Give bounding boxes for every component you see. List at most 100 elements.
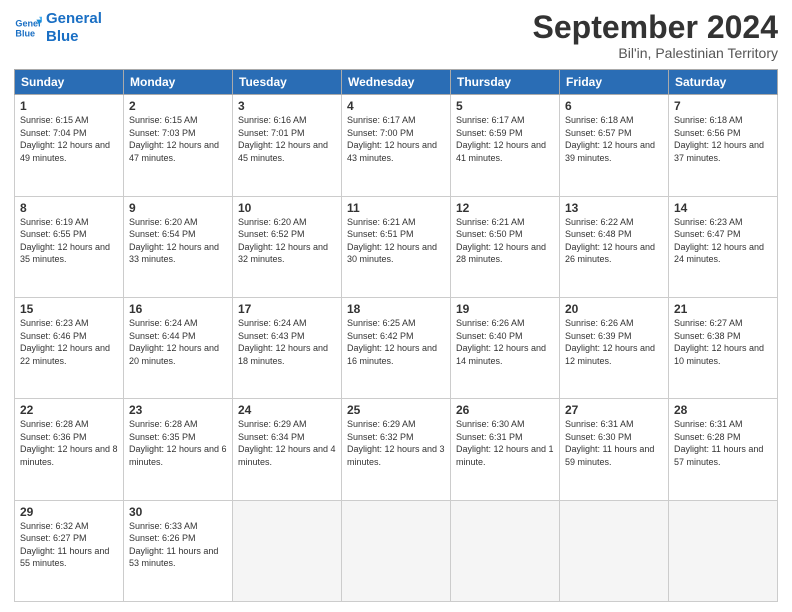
day-number: 30 bbox=[129, 505, 227, 519]
day-info: Sunrise: 6:29 AMSunset: 6:34 PMDaylight:… bbox=[238, 418, 336, 468]
day-info: Sunrise: 6:16 AMSunset: 7:01 PMDaylight:… bbox=[238, 114, 336, 164]
day-header-saturday: Saturday bbox=[669, 70, 778, 95]
day-info: Sunrise: 6:23 AMSunset: 6:47 PMDaylight:… bbox=[674, 216, 772, 266]
calendar-cell: 12Sunrise: 6:21 AMSunset: 6:50 PMDayligh… bbox=[451, 196, 560, 297]
day-info: Sunrise: 6:31 AMSunset: 6:28 PMDaylight:… bbox=[674, 418, 772, 468]
logo-line1: General bbox=[46, 10, 102, 28]
day-info: Sunrise: 6:30 AMSunset: 6:31 PMDaylight:… bbox=[456, 418, 554, 468]
day-info: Sunrise: 6:15 AMSunset: 7:03 PMDaylight:… bbox=[129, 114, 227, 164]
day-number: 27 bbox=[565, 403, 663, 417]
day-number: 18 bbox=[347, 302, 445, 316]
svg-text:Blue: Blue bbox=[15, 28, 35, 38]
day-header-tuesday: Tuesday bbox=[233, 70, 342, 95]
day-info: Sunrise: 6:19 AMSunset: 6:55 PMDaylight:… bbox=[20, 216, 118, 266]
title-block: September 2024 Bil'in, Palestinian Terri… bbox=[533, 10, 778, 61]
calendar-cell: 16Sunrise: 6:24 AMSunset: 6:44 PMDayligh… bbox=[124, 297, 233, 398]
calendar-cell bbox=[342, 500, 451, 601]
calendar-cell: 27Sunrise: 6:31 AMSunset: 6:30 PMDayligh… bbox=[560, 399, 669, 500]
day-info: Sunrise: 6:31 AMSunset: 6:30 PMDaylight:… bbox=[565, 418, 663, 468]
day-info: Sunrise: 6:32 AMSunset: 6:27 PMDaylight:… bbox=[20, 520, 118, 570]
day-number: 1 bbox=[20, 99, 118, 113]
calendar-cell bbox=[451, 500, 560, 601]
day-info: Sunrise: 6:20 AMSunset: 6:54 PMDaylight:… bbox=[129, 216, 227, 266]
day-header-monday: Monday bbox=[124, 70, 233, 95]
day-number: 11 bbox=[347, 201, 445, 215]
logo-icon: General Blue bbox=[14, 14, 42, 42]
calendar-cell: 13Sunrise: 6:22 AMSunset: 6:48 PMDayligh… bbox=[560, 196, 669, 297]
day-number: 6 bbox=[565, 99, 663, 113]
calendar-cell: 28Sunrise: 6:31 AMSunset: 6:28 PMDayligh… bbox=[669, 399, 778, 500]
day-number: 2 bbox=[129, 99, 227, 113]
day-number: 23 bbox=[129, 403, 227, 417]
calendar-cell: 26Sunrise: 6:30 AMSunset: 6:31 PMDayligh… bbox=[451, 399, 560, 500]
day-info: Sunrise: 6:28 AMSunset: 6:36 PMDaylight:… bbox=[20, 418, 118, 468]
day-info: Sunrise: 6:27 AMSunset: 6:38 PMDaylight:… bbox=[674, 317, 772, 367]
day-number: 7 bbox=[674, 99, 772, 113]
day-number: 24 bbox=[238, 403, 336, 417]
day-number: 14 bbox=[674, 201, 772, 215]
calendar-week-5: 29Sunrise: 6:32 AMSunset: 6:27 PMDayligh… bbox=[15, 500, 778, 601]
calendar-cell: 14Sunrise: 6:23 AMSunset: 6:47 PMDayligh… bbox=[669, 196, 778, 297]
calendar-cell: 6Sunrise: 6:18 AMSunset: 6:57 PMDaylight… bbox=[560, 95, 669, 196]
day-info: Sunrise: 6:18 AMSunset: 6:57 PMDaylight:… bbox=[565, 114, 663, 164]
day-info: Sunrise: 6:23 AMSunset: 6:46 PMDaylight:… bbox=[20, 317, 118, 367]
day-info: Sunrise: 6:15 AMSunset: 7:04 PMDaylight:… bbox=[20, 114, 118, 164]
calendar-week-2: 8Sunrise: 6:19 AMSunset: 6:55 PMDaylight… bbox=[15, 196, 778, 297]
day-number: 25 bbox=[347, 403, 445, 417]
day-info: Sunrise: 6:21 AMSunset: 6:51 PMDaylight:… bbox=[347, 216, 445, 266]
day-info: Sunrise: 6:22 AMSunset: 6:48 PMDaylight:… bbox=[565, 216, 663, 266]
day-number: 21 bbox=[674, 302, 772, 316]
calendar-cell: 3Sunrise: 6:16 AMSunset: 7:01 PMDaylight… bbox=[233, 95, 342, 196]
calendar-cell: 19Sunrise: 6:26 AMSunset: 6:40 PMDayligh… bbox=[451, 297, 560, 398]
calendar-cell: 2Sunrise: 6:15 AMSunset: 7:03 PMDaylight… bbox=[124, 95, 233, 196]
day-number: 13 bbox=[565, 201, 663, 215]
calendar-cell: 17Sunrise: 6:24 AMSunset: 6:43 PMDayligh… bbox=[233, 297, 342, 398]
calendar-cell bbox=[669, 500, 778, 601]
day-info: Sunrise: 6:25 AMSunset: 6:42 PMDaylight:… bbox=[347, 317, 445, 367]
day-number: 3 bbox=[238, 99, 336, 113]
day-number: 16 bbox=[129, 302, 227, 316]
calendar-cell: 29Sunrise: 6:32 AMSunset: 6:27 PMDayligh… bbox=[15, 500, 124, 601]
day-info: Sunrise: 6:24 AMSunset: 6:43 PMDaylight:… bbox=[238, 317, 336, 367]
day-header-wednesday: Wednesday bbox=[342, 70, 451, 95]
calendar-cell: 30Sunrise: 6:33 AMSunset: 6:26 PMDayligh… bbox=[124, 500, 233, 601]
day-info: Sunrise: 6:24 AMSunset: 6:44 PMDaylight:… bbox=[129, 317, 227, 367]
calendar-cell: 4Sunrise: 6:17 AMSunset: 7:00 PMDaylight… bbox=[342, 95, 451, 196]
day-info: Sunrise: 6:29 AMSunset: 6:32 PMDaylight:… bbox=[347, 418, 445, 468]
day-number: 10 bbox=[238, 201, 336, 215]
day-info: Sunrise: 6:26 AMSunset: 6:39 PMDaylight:… bbox=[565, 317, 663, 367]
day-header-friday: Friday bbox=[560, 70, 669, 95]
calendar-cell: 9Sunrise: 6:20 AMSunset: 6:54 PMDaylight… bbox=[124, 196, 233, 297]
day-header-sunday: Sunday bbox=[15, 70, 124, 95]
day-number: 5 bbox=[456, 99, 554, 113]
day-number: 15 bbox=[20, 302, 118, 316]
day-number: 9 bbox=[129, 201, 227, 215]
day-number: 28 bbox=[674, 403, 772, 417]
month-title: September 2024 bbox=[533, 10, 778, 45]
day-number: 19 bbox=[456, 302, 554, 316]
calendar-cell: 25Sunrise: 6:29 AMSunset: 6:32 PMDayligh… bbox=[342, 399, 451, 500]
calendar-cell bbox=[560, 500, 669, 601]
calendar-table: SundayMondayTuesdayWednesdayThursdayFrid… bbox=[14, 69, 778, 602]
calendar-cell: 10Sunrise: 6:20 AMSunset: 6:52 PMDayligh… bbox=[233, 196, 342, 297]
day-headers-row: SundayMondayTuesdayWednesdayThursdayFrid… bbox=[15, 70, 778, 95]
calendar-cell: 8Sunrise: 6:19 AMSunset: 6:55 PMDaylight… bbox=[15, 196, 124, 297]
calendar-cell: 15Sunrise: 6:23 AMSunset: 6:46 PMDayligh… bbox=[15, 297, 124, 398]
header: General Blue General Blue September 2024… bbox=[14, 10, 778, 61]
calendar-cell: 1Sunrise: 6:15 AMSunset: 7:04 PMDaylight… bbox=[15, 95, 124, 196]
day-info: Sunrise: 6:33 AMSunset: 6:26 PMDaylight:… bbox=[129, 520, 227, 570]
calendar-week-4: 22Sunrise: 6:28 AMSunset: 6:36 PMDayligh… bbox=[15, 399, 778, 500]
day-number: 4 bbox=[347, 99, 445, 113]
day-info: Sunrise: 6:20 AMSunset: 6:52 PMDaylight:… bbox=[238, 216, 336, 266]
logo-line2: Blue bbox=[46, 28, 102, 46]
calendar-week-3: 15Sunrise: 6:23 AMSunset: 6:46 PMDayligh… bbox=[15, 297, 778, 398]
logo: General Blue General Blue bbox=[14, 10, 102, 46]
calendar-week-1: 1Sunrise: 6:15 AMSunset: 7:04 PMDaylight… bbox=[15, 95, 778, 196]
calendar-cell: 22Sunrise: 6:28 AMSunset: 6:36 PMDayligh… bbox=[15, 399, 124, 500]
calendar-cell: 11Sunrise: 6:21 AMSunset: 6:51 PMDayligh… bbox=[342, 196, 451, 297]
calendar-cell: 21Sunrise: 6:27 AMSunset: 6:38 PMDayligh… bbox=[669, 297, 778, 398]
day-number: 29 bbox=[20, 505, 118, 519]
day-info: Sunrise: 6:17 AMSunset: 6:59 PMDaylight:… bbox=[456, 114, 554, 164]
location-title: Bil'in, Palestinian Territory bbox=[533, 45, 778, 61]
calendar-cell bbox=[233, 500, 342, 601]
